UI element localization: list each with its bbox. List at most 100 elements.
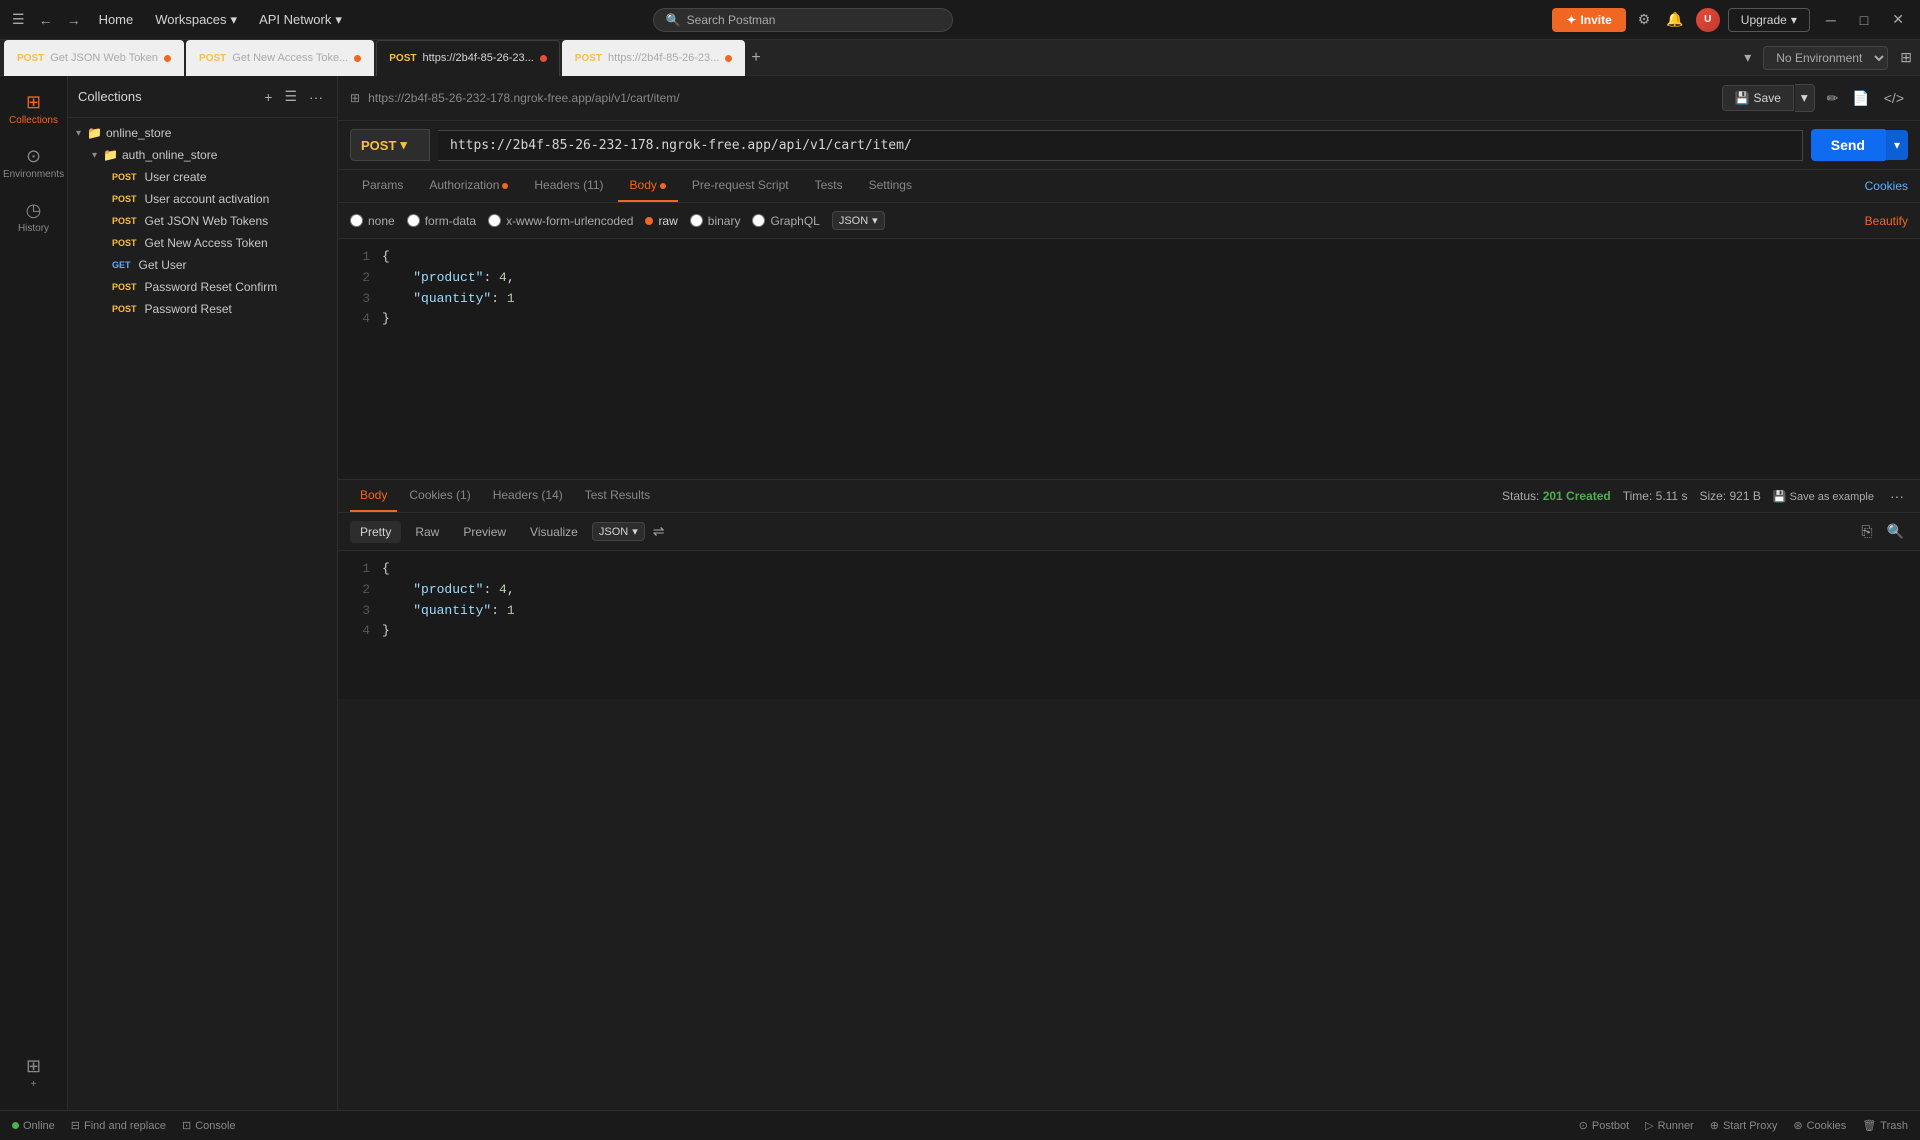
env-chevron-button[interactable]: ▾ [1740, 45, 1755, 70]
folder-auth-online-store[interactable]: ▾ 📁 auth_online_store [68, 144, 337, 166]
url-breadcrumb-icon: ⊞ [350, 91, 360, 105]
tabs-bar: POST Get JSON Web Token POST Get New Acc… [0, 40, 1920, 76]
cookies-status-button[interactable]: ⊛ Cookies [1793, 1119, 1846, 1132]
tab-1[interactable]: POST Get JSON Web Token [4, 40, 184, 76]
maximize-button[interactable]: □ [1852, 8, 1876, 32]
request-user-activation[interactable]: POST User account activation [68, 188, 337, 210]
forward-button[interactable]: → [63, 8, 85, 32]
view-preview[interactable]: Preview [453, 521, 516, 543]
request-user-create[interactable]: POST User create [68, 166, 337, 188]
folder-online-store[interactable]: ▾ 📁 online_store [68, 122, 337, 144]
tab-pre-request[interactable]: Pre-request Script [680, 170, 801, 202]
find-icon: ⊟ [71, 1119, 80, 1132]
request-get-user[interactable]: GET Get User [68, 254, 337, 276]
view-pretty[interactable]: Pretty [350, 521, 401, 543]
import-collection-button[interactable]: ☰ [280, 84, 301, 109]
cookies-link[interactable]: Cookies [1865, 179, 1908, 193]
search-bar[interactable]: 🔍 Search Postman [653, 8, 953, 32]
resp-tab-cookies[interactable]: Cookies (1) [399, 480, 480, 512]
close-button[interactable]: ✕ [1884, 7, 1912, 32]
response-format-select[interactable]: JSON ▾ [592, 522, 645, 541]
new-collection-button[interactable]: + [260, 85, 276, 109]
url-input[interactable] [438, 130, 1803, 161]
history-icon: ◷ [26, 200, 42, 221]
tab-4[interactable]: POST https://2b4f-85-26-23... [562, 40, 746, 76]
environment-select[interactable]: No Environment [1763, 46, 1888, 70]
back-button[interactable]: ← [35, 8, 57, 32]
tab-authorization[interactable]: Authorization [417, 170, 520, 202]
postbot-button[interactable]: ⊙ Postbot [1579, 1119, 1630, 1132]
option-urlencoded[interactable]: x-www-form-urlencoded [488, 214, 633, 228]
method-select[interactable]: POST ▾ [350, 129, 430, 161]
request-get-json-web-tokens[interactable]: POST Get JSON Web Tokens [68, 210, 337, 232]
method-badge-post: POST [108, 171, 141, 183]
option-form-data[interactable]: form-data [407, 214, 476, 228]
option-none[interactable]: none [350, 214, 395, 228]
save-as-example-button[interactable]: 💾 Save as example [1773, 490, 1874, 503]
more-collections-button[interactable]: ··· [305, 85, 327, 109]
tab-2[interactable]: POST Get New Access Toke... [186, 40, 374, 76]
settings-button[interactable]: ⚙ [1634, 7, 1655, 32]
resp-tab-test-results[interactable]: Test Results [575, 480, 660, 512]
environments-icon: ⊙ [26, 146, 41, 167]
beautify-button[interactable]: Beautify [1865, 214, 1908, 228]
view-visualize[interactable]: Visualize [520, 521, 588, 543]
option-graphql[interactable]: GraphQL [752, 214, 819, 228]
save-dropdown-button[interactable]: ▾ [1795, 84, 1815, 112]
edit-icon-button[interactable]: ✏ [1823, 86, 1843, 111]
save-example-icon: 💾 [1773, 491, 1787, 503]
console-button[interactable]: ⊡ Console [182, 1119, 236, 1132]
send-button[interactable]: Send [1811, 129, 1885, 161]
invite-button[interactable]: ✦ Invite [1552, 8, 1625, 32]
sidebar-item-history[interactable]: ◷ History [4, 192, 64, 242]
start-proxy-button[interactable]: ⊕ Start Proxy [1710, 1119, 1778, 1132]
send-dropdown-button[interactable]: ▾ [1885, 130, 1908, 160]
tab-body[interactable]: Body [618, 170, 678, 202]
raw-dot [645, 217, 653, 225]
request-get-new-access-token[interactable]: POST Get New Access Token [68, 232, 337, 254]
response-area: Body Cookies (1) Headers (14) Test Resul… [338, 479, 1920, 699]
online-status[interactable]: Online [12, 1120, 55, 1132]
hamburger-button[interactable]: ☰ [8, 7, 29, 32]
tab-settings[interactable]: Settings [857, 170, 924, 202]
new-tab-button[interactable]: + [747, 45, 764, 71]
tab-tests[interactable]: Tests [803, 170, 855, 202]
wrap-lines-button[interactable]: ⇌ [649, 519, 669, 544]
sidebar-item-extensions[interactable]: ⊞ + [4, 1048, 64, 1098]
api-network-nav[interactable]: API Network ▾ [251, 8, 350, 32]
resp-tab-body[interactable]: Body [350, 480, 397, 512]
resp-tab-headers[interactable]: Headers (14) [483, 480, 573, 512]
json-format-select[interactable]: JSON ▾ [832, 211, 885, 230]
folder-icon: 📁 [87, 126, 102, 140]
option-raw[interactable]: raw [645, 214, 677, 228]
trash-button[interactable]: 🗑 Trash [1862, 1119, 1908, 1132]
sidebar-item-environments[interactable]: ⊙ Environments [4, 138, 64, 188]
minimize-button[interactable]: ─ [1818, 8, 1844, 32]
tab-headers[interactable]: Headers (11) [522, 170, 615, 202]
doc-icon-button[interactable]: 📄 [1848, 86, 1873, 111]
request-password-reset-confirm[interactable]: POST Password Reset Confirm [68, 276, 337, 298]
tab-method-4: POST [575, 53, 602, 64]
save-button[interactable]: 💾 Save [1722, 85, 1794, 111]
request-password-reset[interactable]: POST Password Reset [68, 298, 337, 320]
tab-params[interactable]: Params [350, 170, 415, 202]
code-icon-button[interactable]: </> [1880, 86, 1908, 111]
response-more-button[interactable]: ··· [1886, 484, 1908, 508]
request-body-editor[interactable]: 1 { 2 "product": 4, 3 "quantity": 1 4 } [338, 239, 1920, 479]
console-icon: ⊡ [182, 1119, 191, 1132]
home-nav[interactable]: Home [91, 8, 142, 31]
workspaces-nav[interactable]: Workspaces ▾ [147, 8, 245, 32]
env-settings-button[interactable]: ⊞ [1896, 45, 1916, 70]
search-response-button[interactable]: 🔍 [1883, 519, 1908, 544]
tab-3[interactable]: POST https://2b4f-85-26-23... [376, 40, 560, 76]
option-binary[interactable]: binary [690, 214, 741, 228]
avatar[interactable]: U [1696, 8, 1720, 32]
tab-method-1: POST [17, 53, 44, 64]
copy-response-button[interactable]: ⎘ [1857, 519, 1876, 544]
sidebar-item-collections[interactable]: ⊞ Collections [4, 84, 64, 134]
find-replace-button[interactable]: ⊟ Find and replace [71, 1119, 166, 1132]
upgrade-button[interactable]: Upgrade ▾ [1728, 8, 1810, 32]
view-raw[interactable]: Raw [405, 521, 449, 543]
notifications-button[interactable]: 🔔 [1662, 7, 1687, 32]
runner-button[interactable]: ▷ Runner [1645, 1119, 1694, 1132]
